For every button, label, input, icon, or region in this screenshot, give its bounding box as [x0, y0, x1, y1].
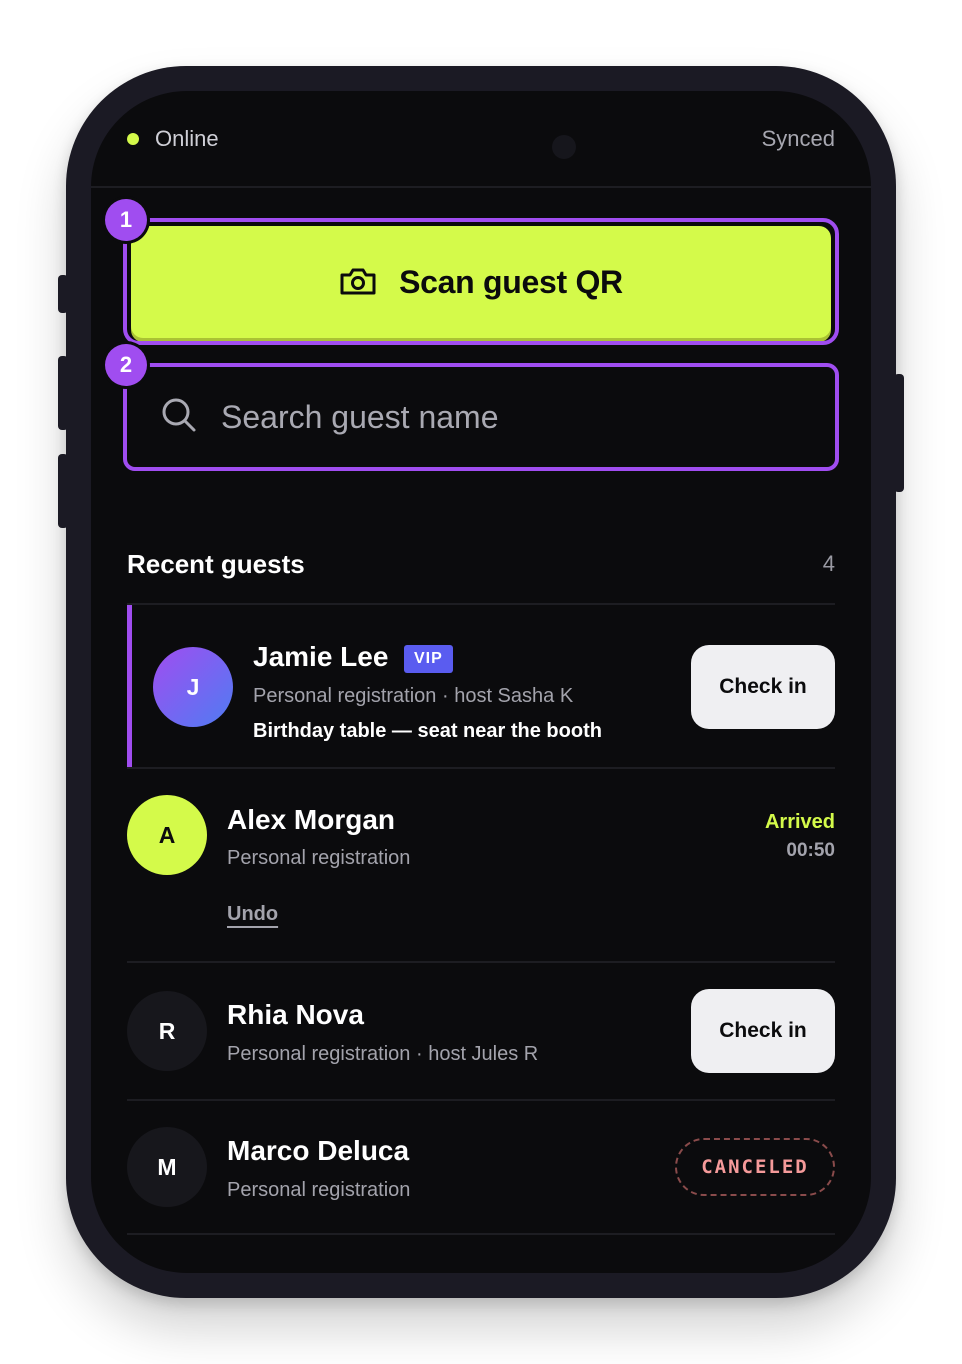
undo-link[interactable]: Undo [227, 903, 278, 926]
avatar: A [127, 795, 207, 875]
highlight-scan [123, 218, 839, 345]
search-input[interactable]: Search guest name [221, 399, 499, 436]
guest-registration: Personal registration · host Jules R [227, 1043, 539, 1065]
vip-badge: VIP [404, 645, 453, 673]
guest-row: A Alex Morgan Personal registration Undo… [127, 767, 835, 961]
canceled-badge: CANCELED [675, 1138, 835, 1196]
arrived-status: Arrived [764, 811, 835, 833]
connection-status: Online [155, 126, 219, 151]
avatar: R [127, 991, 207, 1071]
check-in-button[interactable]: Check in [691, 989, 835, 1073]
avatar: M [127, 1127, 207, 1207]
app-screen: Online Synced Scan guest QR 1 Search gue… [91, 91, 871, 1273]
guest-registration: Personal registration · host Sasha K [253, 685, 574, 707]
guest-registration: Personal registration [227, 1179, 411, 1201]
online-indicator-icon [127, 133, 139, 145]
guest-name: Rhia Nova [227, 999, 364, 1030]
check-in-button[interactable]: Check in [691, 645, 835, 729]
front-camera [552, 135, 576, 159]
step-badge-2: 2 [105, 344, 147, 386]
guest-name: Marco Deluca [227, 1135, 410, 1166]
step-badge-1: 1 [105, 199, 147, 241]
recent-guests-count: 4 [822, 551, 835, 576]
volume-up-button [58, 356, 68, 430]
recent-guests-title: Recent guests [127, 549, 305, 579]
search-icon [161, 397, 197, 438]
status-bar: Online Synced [91, 91, 871, 188]
guest-name: Alex Morgan [227, 804, 396, 835]
guest-note: Birthday table — seat near the booth [253, 720, 602, 742]
power-button [894, 374, 904, 492]
mute-switch [58, 275, 68, 313]
guest-row: M Marco Deluca Personal registration CAN… [127, 1099, 835, 1235]
guest-row: R Rhia Nova Personal registration · host… [127, 961, 835, 1099]
guest-registration: Personal registration [227, 847, 411, 869]
sync-status: Synced [761, 126, 835, 151]
guest-row: J Jamie Lee VIP Personal registration · … [127, 603, 835, 769]
volume-down-button [58, 454, 68, 528]
arrival-time: 00:50 [786, 840, 835, 861]
search-field[interactable]: Search guest name [123, 363, 839, 471]
guest-name: Jamie Lee [253, 641, 389, 672]
selected-indicator [127, 605, 132, 769]
avatar: J [153, 647, 233, 727]
